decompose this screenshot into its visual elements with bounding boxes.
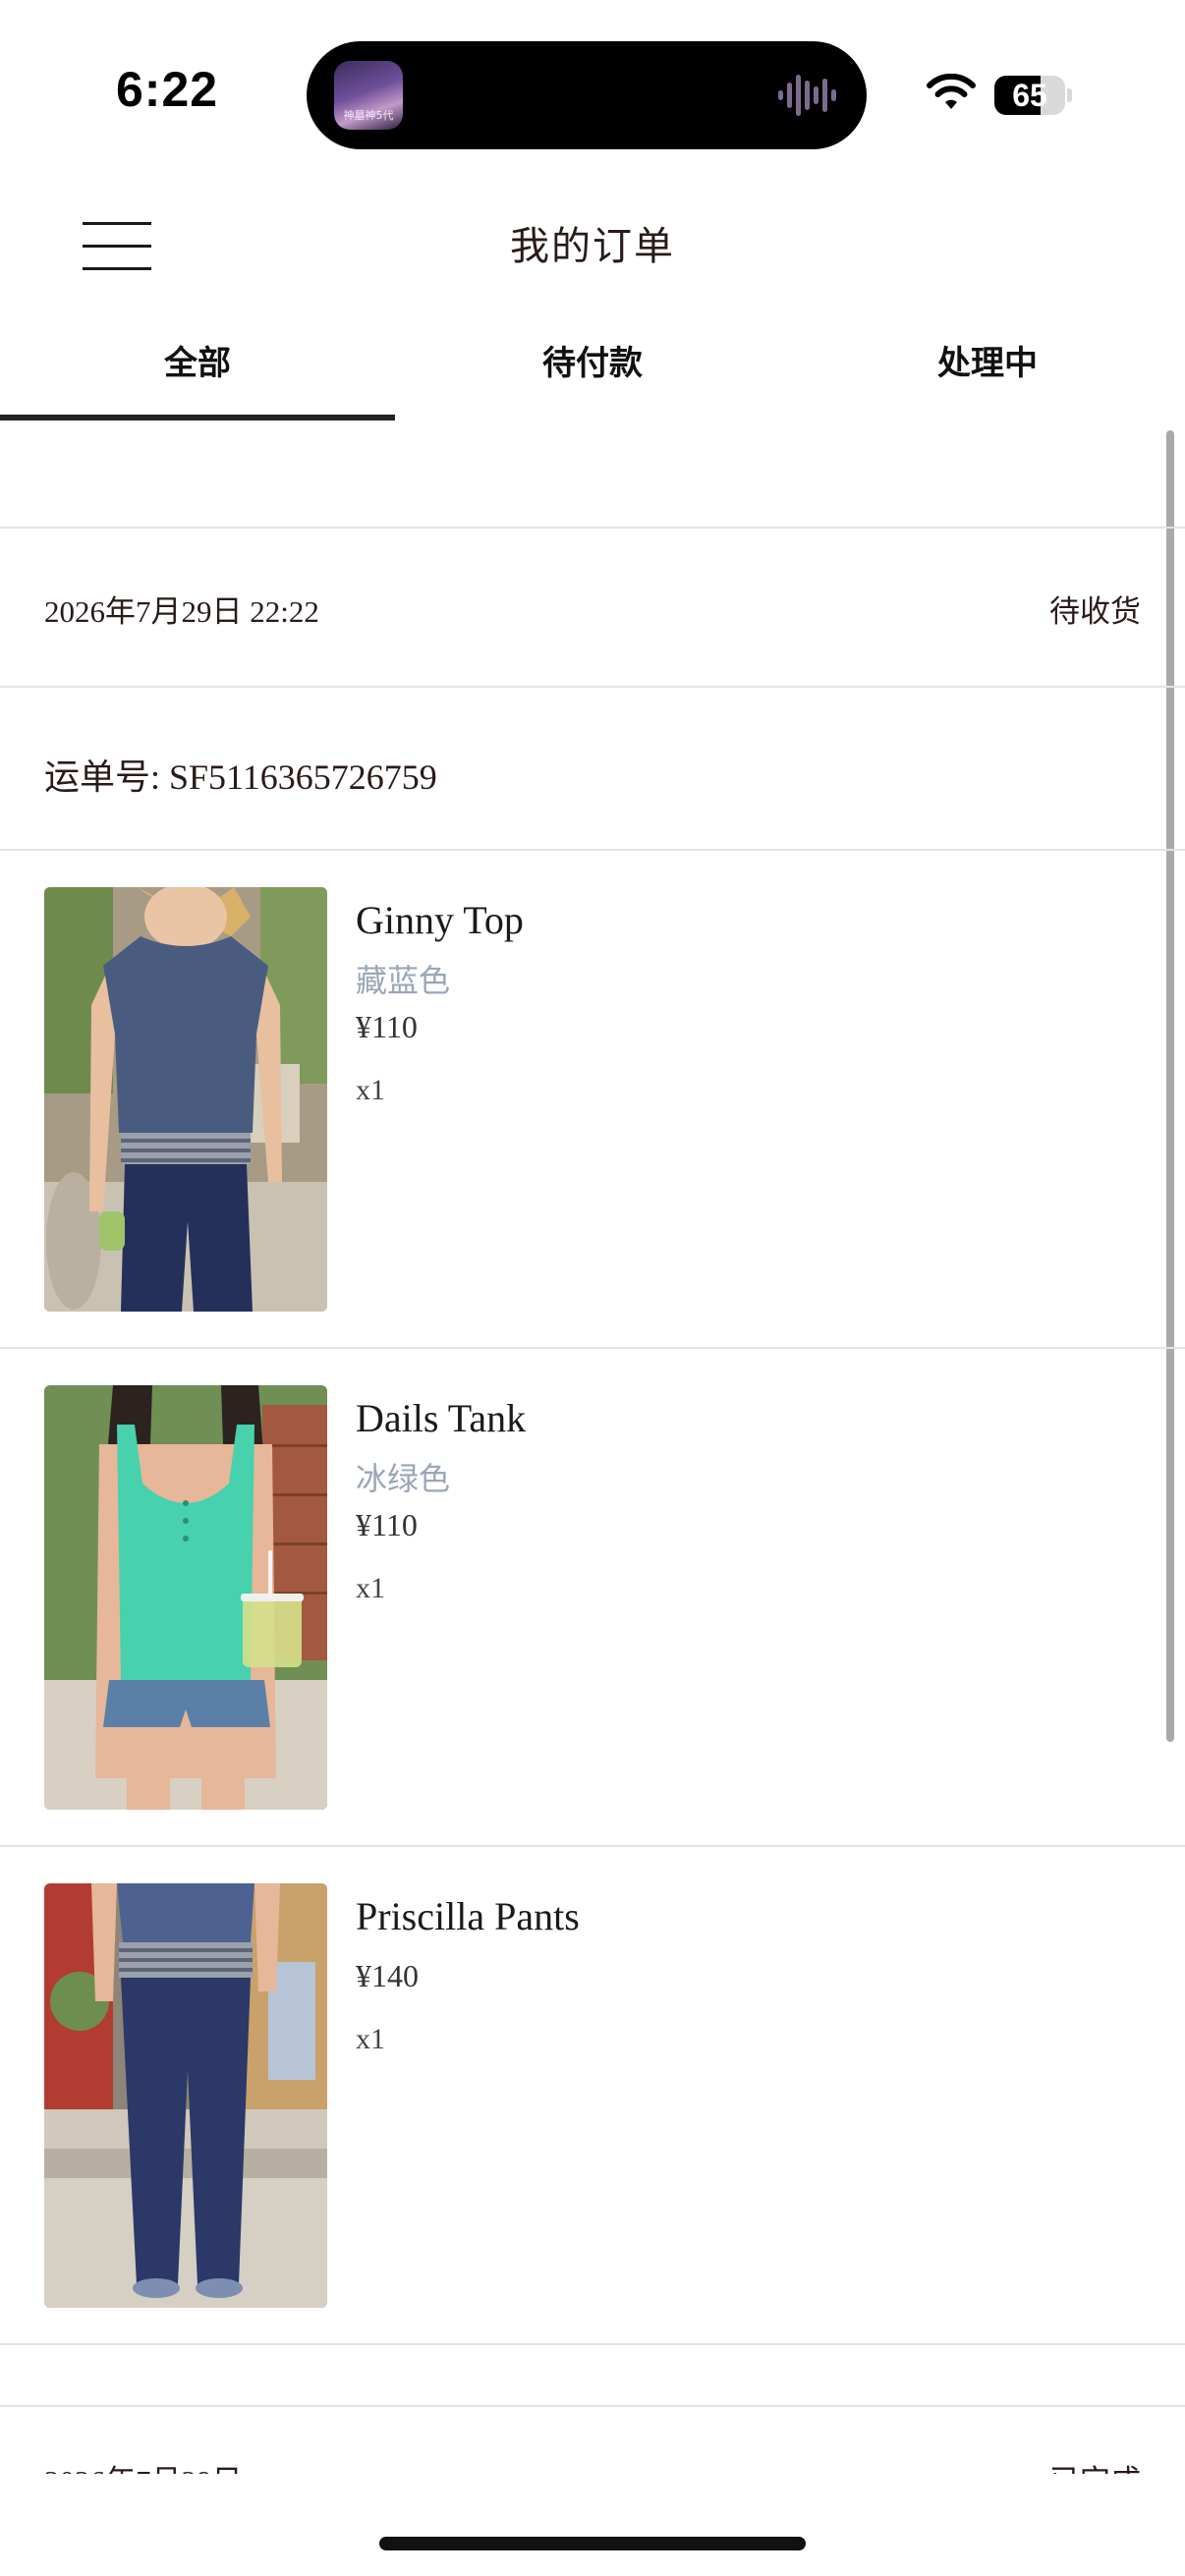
product-quantity: x1 <box>356 1074 385 1106</box>
order-status: 待收货 <box>1049 594 1141 629</box>
battery-percent: 65 <box>1012 78 1047 113</box>
product-variant: 冰绿色 <box>356 1461 451 1496</box>
product-name[interactable]: Ginny Top <box>356 897 524 943</box>
order-item[interactable]: Ginny Top 藏蓝色 ¥110 x1 <box>0 850 1185 1341</box>
product-photo[interactable] <box>44 1385 327 1810</box>
product-name[interactable]: Dails Tank <box>356 1395 526 1441</box>
product-photo[interactable] <box>44 887 327 1312</box>
tracking-number[interactable]: 运单号: SF5116365726759 <box>44 749 437 800</box>
tab-processing[interactable]: 处理中 <box>790 336 1185 384</box>
order-item[interactable]: Priscilla Pants ¥140 x1 <box>0 1846 1185 2337</box>
now-playing-artwork: 神墓神5代 <box>334 61 403 130</box>
product-price: ¥110 <box>356 1507 418 1542</box>
product-price: ¥110 <box>356 1009 418 1044</box>
tab-active-indicator <box>0 415 395 420</box>
battery-cap <box>1067 88 1072 102</box>
page-title: 我的订单 <box>510 224 675 268</box>
product-price: ¥140 <box>356 1958 419 1993</box>
product-photo[interactable] <box>44 1883 327 2308</box>
tab-all[interactable]: 全部 <box>0 336 395 384</box>
dynamic-island[interactable]: 神墓神5代 <box>307 41 867 149</box>
wifi-icon <box>927 74 976 109</box>
order-date: 2026年7月29日 22:22 <box>44 594 319 629</box>
status-bar: 6:22 神墓神5代 65 <box>0 0 1185 187</box>
tab-pending-payment[interactable]: 待付款 <box>395 336 790 384</box>
divider <box>0 686 1185 688</box>
product-name[interactable]: Priscilla Pants <box>356 1893 580 1939</box>
order-date: 2026年7月29日 <box>44 2456 243 2474</box>
audio-waveform-icon <box>778 75 836 116</box>
divider <box>0 527 1185 529</box>
divider <box>0 2343 1185 2345</box>
battery-indicator: 65 <box>994 76 1072 115</box>
order-tabs: 全部 待付款 处理中 <box>0 314 1185 422</box>
product-quantity: x1 <box>356 2023 385 2055</box>
product-variant: 藏蓝色 <box>356 963 451 998</box>
order-status: 已完成 <box>1049 2456 1141 2474</box>
product-quantity: x1 <box>356 1572 385 1604</box>
home-indicator[interactable] <box>379 2537 806 2550</box>
status-time: 6:22 <box>116 62 219 117</box>
order-item[interactable]: Dails Tank 冰绿色 ¥110 x1 <box>0 1348 1185 1839</box>
now-playing-artwork-text: 神墓神5代 <box>343 109 394 122</box>
next-order-header[interactable]: 2026年7月29日 已完成 <box>0 2407 1185 2474</box>
battery-body: 65 <box>994 76 1065 115</box>
